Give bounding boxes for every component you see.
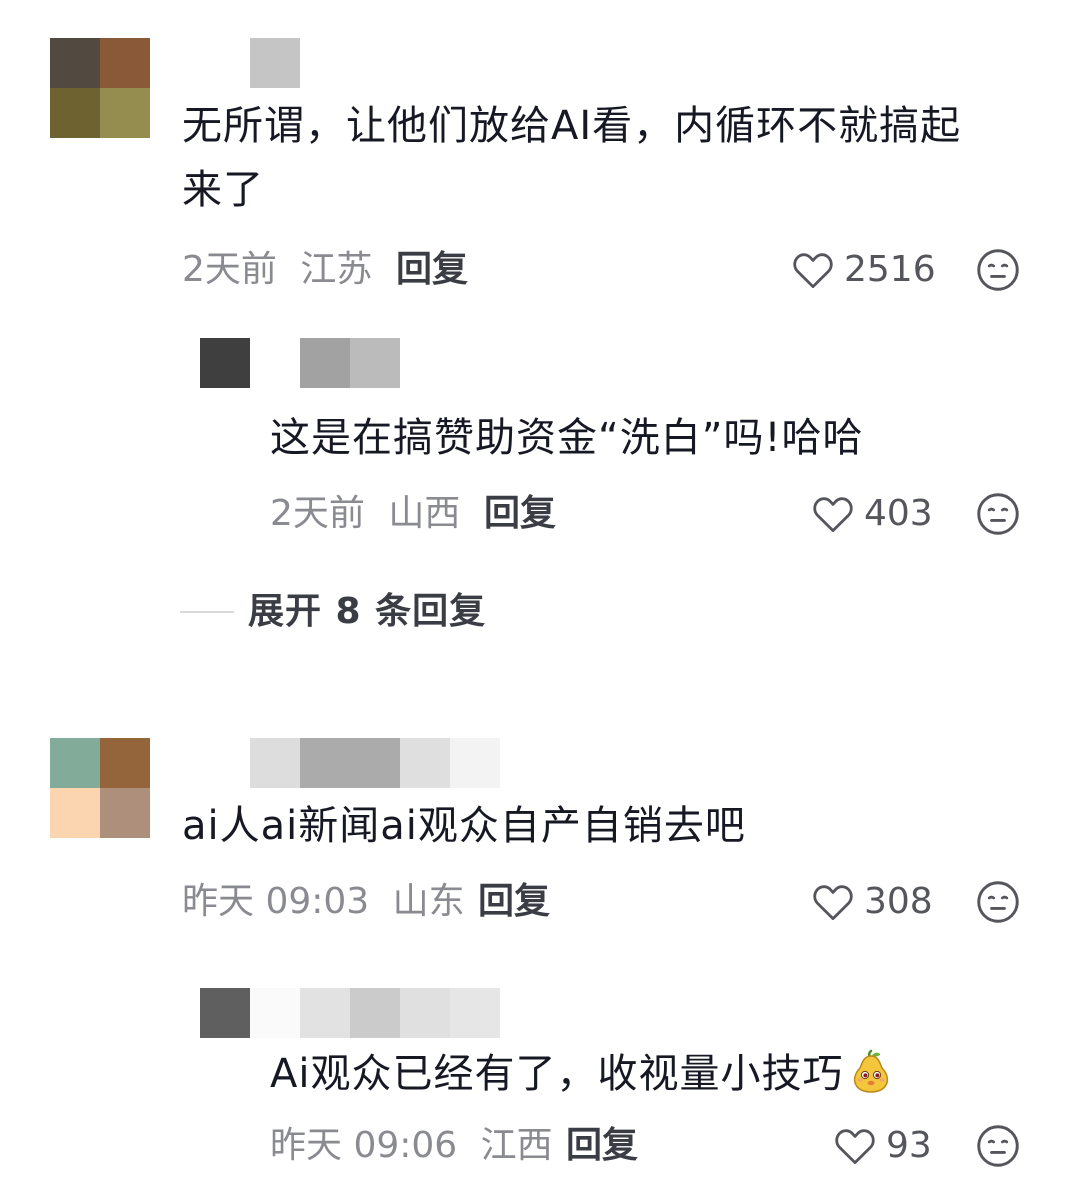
- reply-button[interactable]: 回复: [478, 880, 550, 924]
- reply-text-content: Ai观众已经有了，收视量小技巧: [270, 1051, 844, 1097]
- neutral-face-icon[interactable]: [976, 248, 1020, 292]
- comment-text: ai人ai新闻ai观众自产自销去吧: [182, 803, 746, 849]
- comment-text: 无所谓，让他们放给AI看，内循环不就搞起 来了: [182, 103, 962, 213]
- reply-button[interactable]: 回复: [566, 1124, 638, 1168]
- reply-location: 江西: [480, 1125, 553, 1166]
- heart-outline-icon: [793, 253, 833, 289]
- reply-button[interactable]: 回复: [484, 492, 556, 536]
- comment-meta: 昨天 09:03 山东: [182, 880, 477, 924]
- neutral-face-icon[interactable]: [976, 492, 1020, 536]
- avatar[interactable]: [50, 38, 150, 138]
- like-count: 308: [864, 881, 933, 922]
- reply-text: 这是在搞赞助资金“洗白”吗!哈哈: [270, 415, 864, 461]
- reply-meta: 2天前 山西: [270, 492, 472, 536]
- reply-text: Ai观众已经有了，收视量小技巧: [270, 1042, 895, 1106]
- comment-location: 江苏: [300, 249, 373, 290]
- reply-time: 昨天 09:06: [270, 1125, 458, 1166]
- reply-button[interactable]: 回复: [396, 248, 468, 292]
- like-button[interactable]: 403: [812, 492, 933, 536]
- username-blurred[interactable]: [300, 338, 400, 388]
- reply-time: 2天前: [270, 493, 365, 534]
- username-blurred[interactable]: [250, 738, 500, 788]
- heart-outline-icon: [813, 885, 853, 921]
- like-button[interactable]: 2516: [792, 248, 936, 292]
- pear-emoji-icon: [854, 1049, 889, 1093]
- avatar[interactable]: [200, 338, 250, 388]
- comment-time: 昨天 09:03: [182, 881, 370, 922]
- reply-location: 山西: [388, 493, 461, 534]
- neutral-face-icon[interactable]: [976, 880, 1020, 924]
- username-blurred[interactable]: [250, 988, 500, 1038]
- expand-replies-label: 展开 8 条回复: [248, 591, 487, 632]
- comment-location: 山东: [392, 881, 465, 922]
- expand-replies-button[interactable]: 展开 8 条回复: [180, 590, 486, 634]
- comment-meta: 2天前 江苏: [182, 248, 384, 292]
- like-count: 2516: [844, 249, 936, 290]
- heart-outline-icon: [813, 497, 853, 533]
- like-button[interactable]: 308: [812, 880, 933, 924]
- avatar[interactable]: [50, 738, 150, 838]
- like-count: 403: [864, 493, 933, 534]
- like-count: 93: [886, 1125, 932, 1166]
- heart-outline-icon: [835, 1129, 875, 1165]
- comment-time: 2天前: [182, 249, 277, 290]
- reply-meta: 昨天 09:06 江西: [270, 1124, 565, 1168]
- username-blurred[interactable]: [250, 38, 300, 88]
- like-button[interactable]: 93: [834, 1124, 932, 1168]
- neutral-face-icon[interactable]: [976, 1124, 1020, 1168]
- avatar[interactable]: [200, 988, 250, 1038]
- divider: [180, 611, 234, 613]
